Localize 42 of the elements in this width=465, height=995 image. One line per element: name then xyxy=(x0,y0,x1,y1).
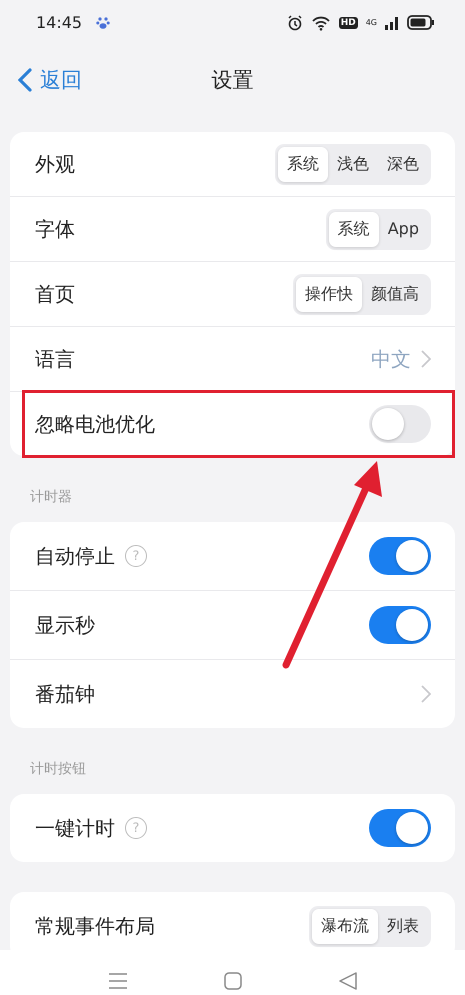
setting-label: 外观 xyxy=(35,150,75,178)
setting-label: 语言 xyxy=(35,346,75,372)
back-chevron-icon xyxy=(18,68,32,92)
segment-option[interactable]: 系统 xyxy=(278,146,328,182)
setting-label: 忽略电池优化 xyxy=(35,410,155,438)
section-title: 计时器 xyxy=(30,488,73,506)
segment-option[interactable]: 颜值高 xyxy=(362,276,428,312)
toggle-switch[interactable] xyxy=(369,405,431,443)
segment-option[interactable]: App xyxy=(378,212,428,246)
setting-label: 显示秒 xyxy=(35,612,95,638)
segment-option[interactable]: 列表 xyxy=(378,908,428,944)
toggle-switch[interactable] xyxy=(369,537,431,575)
setting-value: 中文 xyxy=(371,346,411,372)
setting-label: 番茄钟 xyxy=(35,680,95,708)
setting-label: 自动停止 xyxy=(35,542,115,570)
home-icon[interactable] xyxy=(224,972,242,990)
toggle-switch[interactable] xyxy=(369,606,431,644)
setting-label: 首页 xyxy=(35,280,75,308)
chevron-icon xyxy=(421,685,431,703)
wifi-icon xyxy=(310,14,331,30)
status-time: 14:45 xyxy=(36,13,82,32)
setting-label: 一键计时 xyxy=(35,814,115,842)
page-title: 设置 xyxy=(212,68,254,92)
toggle-switch[interactable] xyxy=(369,809,431,847)
hd-badge: HD xyxy=(338,16,358,28)
signal-icon xyxy=(385,16,399,30)
section-title: 计时按钮 xyxy=(30,760,87,778)
network-label: 4G xyxy=(366,18,377,26)
back-icon[interactable] xyxy=(338,972,357,990)
segment-option[interactable]: 瀑布流 xyxy=(312,908,378,944)
setting-label: 常规事件布局 xyxy=(35,912,155,940)
segment-option[interactable]: 浅色 xyxy=(328,146,378,182)
back-button[interactable]: 返回 xyxy=(18,66,82,94)
segment-option[interactable]: 深色 xyxy=(378,146,428,182)
menu-icon[interactable] xyxy=(108,972,128,990)
chevron-icon xyxy=(421,350,431,368)
setting-label: 字体 xyxy=(35,216,75,242)
paw-icon xyxy=(96,16,110,30)
segment-option[interactable]: 系统 xyxy=(328,212,379,246)
alarm-icon xyxy=(286,14,303,30)
battery-icon xyxy=(407,15,435,30)
segment-option[interactable]: 操作快 xyxy=(296,276,362,312)
